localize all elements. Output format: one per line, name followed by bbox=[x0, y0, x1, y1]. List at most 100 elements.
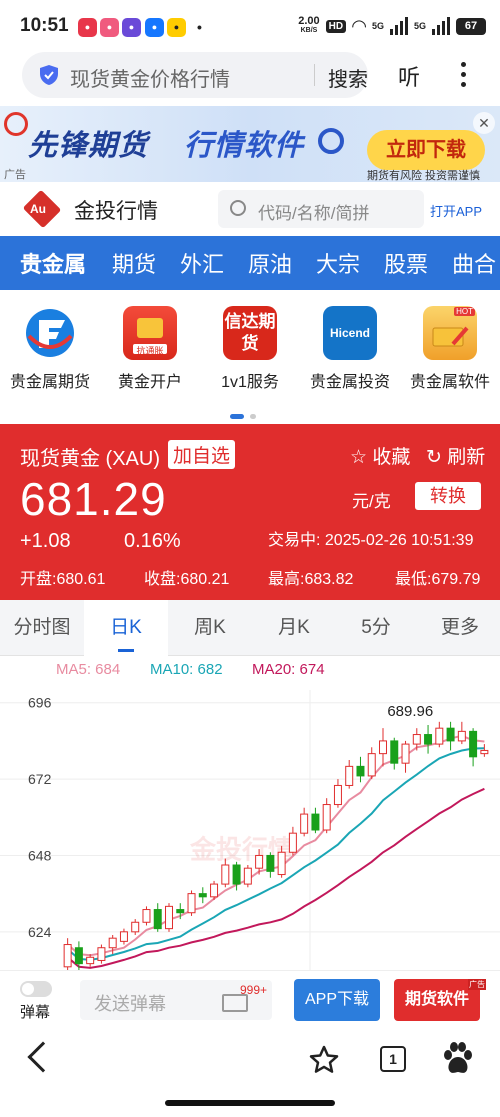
candle-body bbox=[333, 784, 342, 806]
app-notification-icon: ● bbox=[122, 18, 141, 37]
hot-badge: HOT bbox=[454, 307, 475, 316]
hd-badge: HD bbox=[325, 19, 347, 33]
ad-tag: 广告 bbox=[4, 169, 26, 181]
site-search-input[interactable]: 代码/名称/简拼 bbox=[218, 190, 424, 228]
danmu-toggle[interactable] bbox=[20, 981, 52, 997]
status-bar: 10:51 ● ● ● ● ● • 2.00 KB/S HD ◠ 5G 5G 6… bbox=[0, 0, 500, 52]
candle-body bbox=[300, 813, 309, 834]
shortcut-precious-software[interactable]: HOT 贵金属软件 bbox=[400, 306, 500, 392]
candle-body bbox=[311, 813, 320, 831]
nav-item-stocks[interactable]: 股票 bbox=[384, 247, 428, 279]
shortcut-precious-invest[interactable]: Hicend 贵金属投资 bbox=[300, 306, 400, 392]
shortcut-label: 贵金属投资 bbox=[309, 374, 390, 391]
candle-body bbox=[74, 947, 83, 965]
gold-bar-icon: 抗通胀 bbox=[123, 306, 177, 360]
shortcut-label: 贵金属软件 bbox=[409, 374, 490, 391]
candle-body bbox=[322, 804, 331, 831]
danmu-label: 弹幕 bbox=[20, 1004, 51, 1021]
favorite-label: 收藏 bbox=[372, 447, 411, 468]
search-button[interactable]: 搜索 bbox=[328, 63, 368, 92]
refresh-button[interactable]: ↻ 刷新 bbox=[426, 442, 485, 469]
convert-button[interactable]: 转换 bbox=[415, 482, 481, 510]
candlestick-chart[interactable]: MA5: 684 MA10: 682 MA20: 674 696 672 648 62… bbox=[0, 657, 500, 970]
nav-item-futures[interactable]: 期货 bbox=[112, 247, 156, 279]
add-watchlist-button[interactable]: 加自选 bbox=[168, 440, 236, 469]
tab-intraday[interactable]: 分时图 bbox=[0, 600, 84, 656]
ad-download-button[interactable]: 立即下载 bbox=[367, 130, 485, 170]
max-price-label: 689.96 bbox=[387, 703, 433, 720]
price-unit: 元/克 bbox=[352, 492, 391, 511]
ma20-line bbox=[66, 787, 485, 969]
period-tabs: 分时图 日K 周K 月K 5分 更多 bbox=[0, 600, 500, 656]
back-icon[interactable] bbox=[27, 1041, 59, 1073]
more-menu-icon[interactable] bbox=[458, 60, 468, 90]
candle-body bbox=[176, 909, 185, 914]
candle-body bbox=[232, 864, 241, 885]
shortcut-label: 1v1服务 bbox=[221, 374, 279, 391]
xinda-futures-icon: 信达期货 bbox=[223, 306, 277, 360]
message-badge: 999+ bbox=[240, 983, 268, 997]
candle-body bbox=[277, 851, 286, 876]
battery-icon: 67 bbox=[456, 17, 486, 35]
category-nav: 贵金属 期货 外汇 原油 大宗 股票 曲合 bbox=[0, 236, 500, 290]
candle-body bbox=[390, 740, 399, 764]
close-icon[interactable]: ✕ bbox=[473, 112, 495, 134]
signal-icon bbox=[389, 17, 408, 35]
shortcut-sub: Hicend bbox=[329, 326, 370, 340]
nav-item-commodities[interactable]: 大宗 bbox=[316, 247, 360, 279]
candle-body bbox=[457, 730, 466, 742]
shortcut-1v1-service[interactable]: 信达期货 1v1服务 bbox=[200, 306, 300, 392]
nav-item-crude[interactable]: 原油 bbox=[248, 247, 292, 279]
sig1-label: 5G bbox=[371, 21, 384, 31]
baidu-paw-icon[interactable] bbox=[442, 1042, 474, 1076]
search-placeholder: 代码/名称/简拼 bbox=[258, 204, 370, 223]
y-tick-label: 624 bbox=[28, 924, 52, 940]
shortcut-precious-futures[interactable]: 贵金属期货 bbox=[0, 306, 100, 392]
candle-body bbox=[198, 893, 207, 898]
candle-body bbox=[108, 937, 117, 949]
ad-headline: 先锋期货 bbox=[28, 130, 149, 162]
address-bar[interactable]: 现货黄金价格行情 搜索 bbox=[22, 52, 368, 98]
candle-body bbox=[243, 867, 252, 885]
shortcut-gold-account[interactable]: 抗通胀 黄金开户 bbox=[100, 306, 200, 392]
nav-item-forex[interactable]: 外汇 bbox=[180, 247, 224, 279]
tab-count-button[interactable]: 1 bbox=[380, 1046, 406, 1072]
home-indicator bbox=[165, 1100, 335, 1106]
tab-more[interactable]: 更多 bbox=[418, 600, 500, 656]
candle-body bbox=[288, 832, 297, 853]
nav-item-precious-metals[interactable]: 贵金属 bbox=[20, 247, 86, 279]
site-name[interactable]: 金投行情 bbox=[74, 195, 158, 225]
hicend-icon: Hicend bbox=[323, 306, 377, 360]
sig2-label: 5G bbox=[413, 21, 426, 31]
tab-daily-k[interactable]: 日K bbox=[84, 600, 168, 656]
shortcut-label: 贵金属期货 bbox=[9, 374, 90, 391]
current-price: 681.29 bbox=[20, 473, 167, 525]
star-icon: ☆ bbox=[350, 447, 373, 468]
ad-banner[interactable]: 先锋期货 行情软件 立即下载 广告 期货有风险 投资需谨慎 ✕ bbox=[0, 106, 500, 182]
open-price: 开盘:680.61 bbox=[20, 571, 106, 588]
candle-body bbox=[187, 893, 196, 914]
chart-canvas: 696672648624金投行情689.96 bbox=[0, 690, 500, 970]
nav-item-more[interactable]: 曲合 bbox=[452, 247, 496, 279]
instrument-name: 现货黄金 (XAU) bbox=[20, 448, 160, 470]
listen-button[interactable]: 听 bbox=[398, 60, 420, 92]
favorite-button[interactable]: ☆ 收藏 bbox=[350, 442, 410, 469]
candle-body bbox=[480, 749, 489, 755]
shield-icon bbox=[40, 65, 58, 85]
tab-weekly-k[interactable]: 周K bbox=[168, 600, 252, 656]
gold-software-icon: HOT bbox=[423, 306, 477, 360]
star-bookmark-icon[interactable] bbox=[308, 1044, 340, 1076]
y-tick-label: 672 bbox=[28, 771, 52, 787]
candle-body bbox=[435, 727, 444, 745]
candle-body bbox=[97, 947, 106, 961]
net-speed: 2.00 KB/S bbox=[298, 15, 320, 35]
candle-body bbox=[356, 765, 365, 777]
candle-body bbox=[401, 743, 410, 764]
browser-toolbar: 现货黄金价格行情 搜索 听 bbox=[0, 52, 500, 104]
tab-5min[interactable]: 5分 bbox=[334, 600, 418, 656]
pager-dots bbox=[230, 406, 262, 424]
tab-monthly-k[interactable]: 月K bbox=[252, 600, 336, 656]
open-app-link[interactable]: 打开APP bbox=[430, 201, 482, 220]
app-download-button[interactable]: APP下载 bbox=[294, 979, 380, 1021]
divider bbox=[314, 64, 315, 86]
